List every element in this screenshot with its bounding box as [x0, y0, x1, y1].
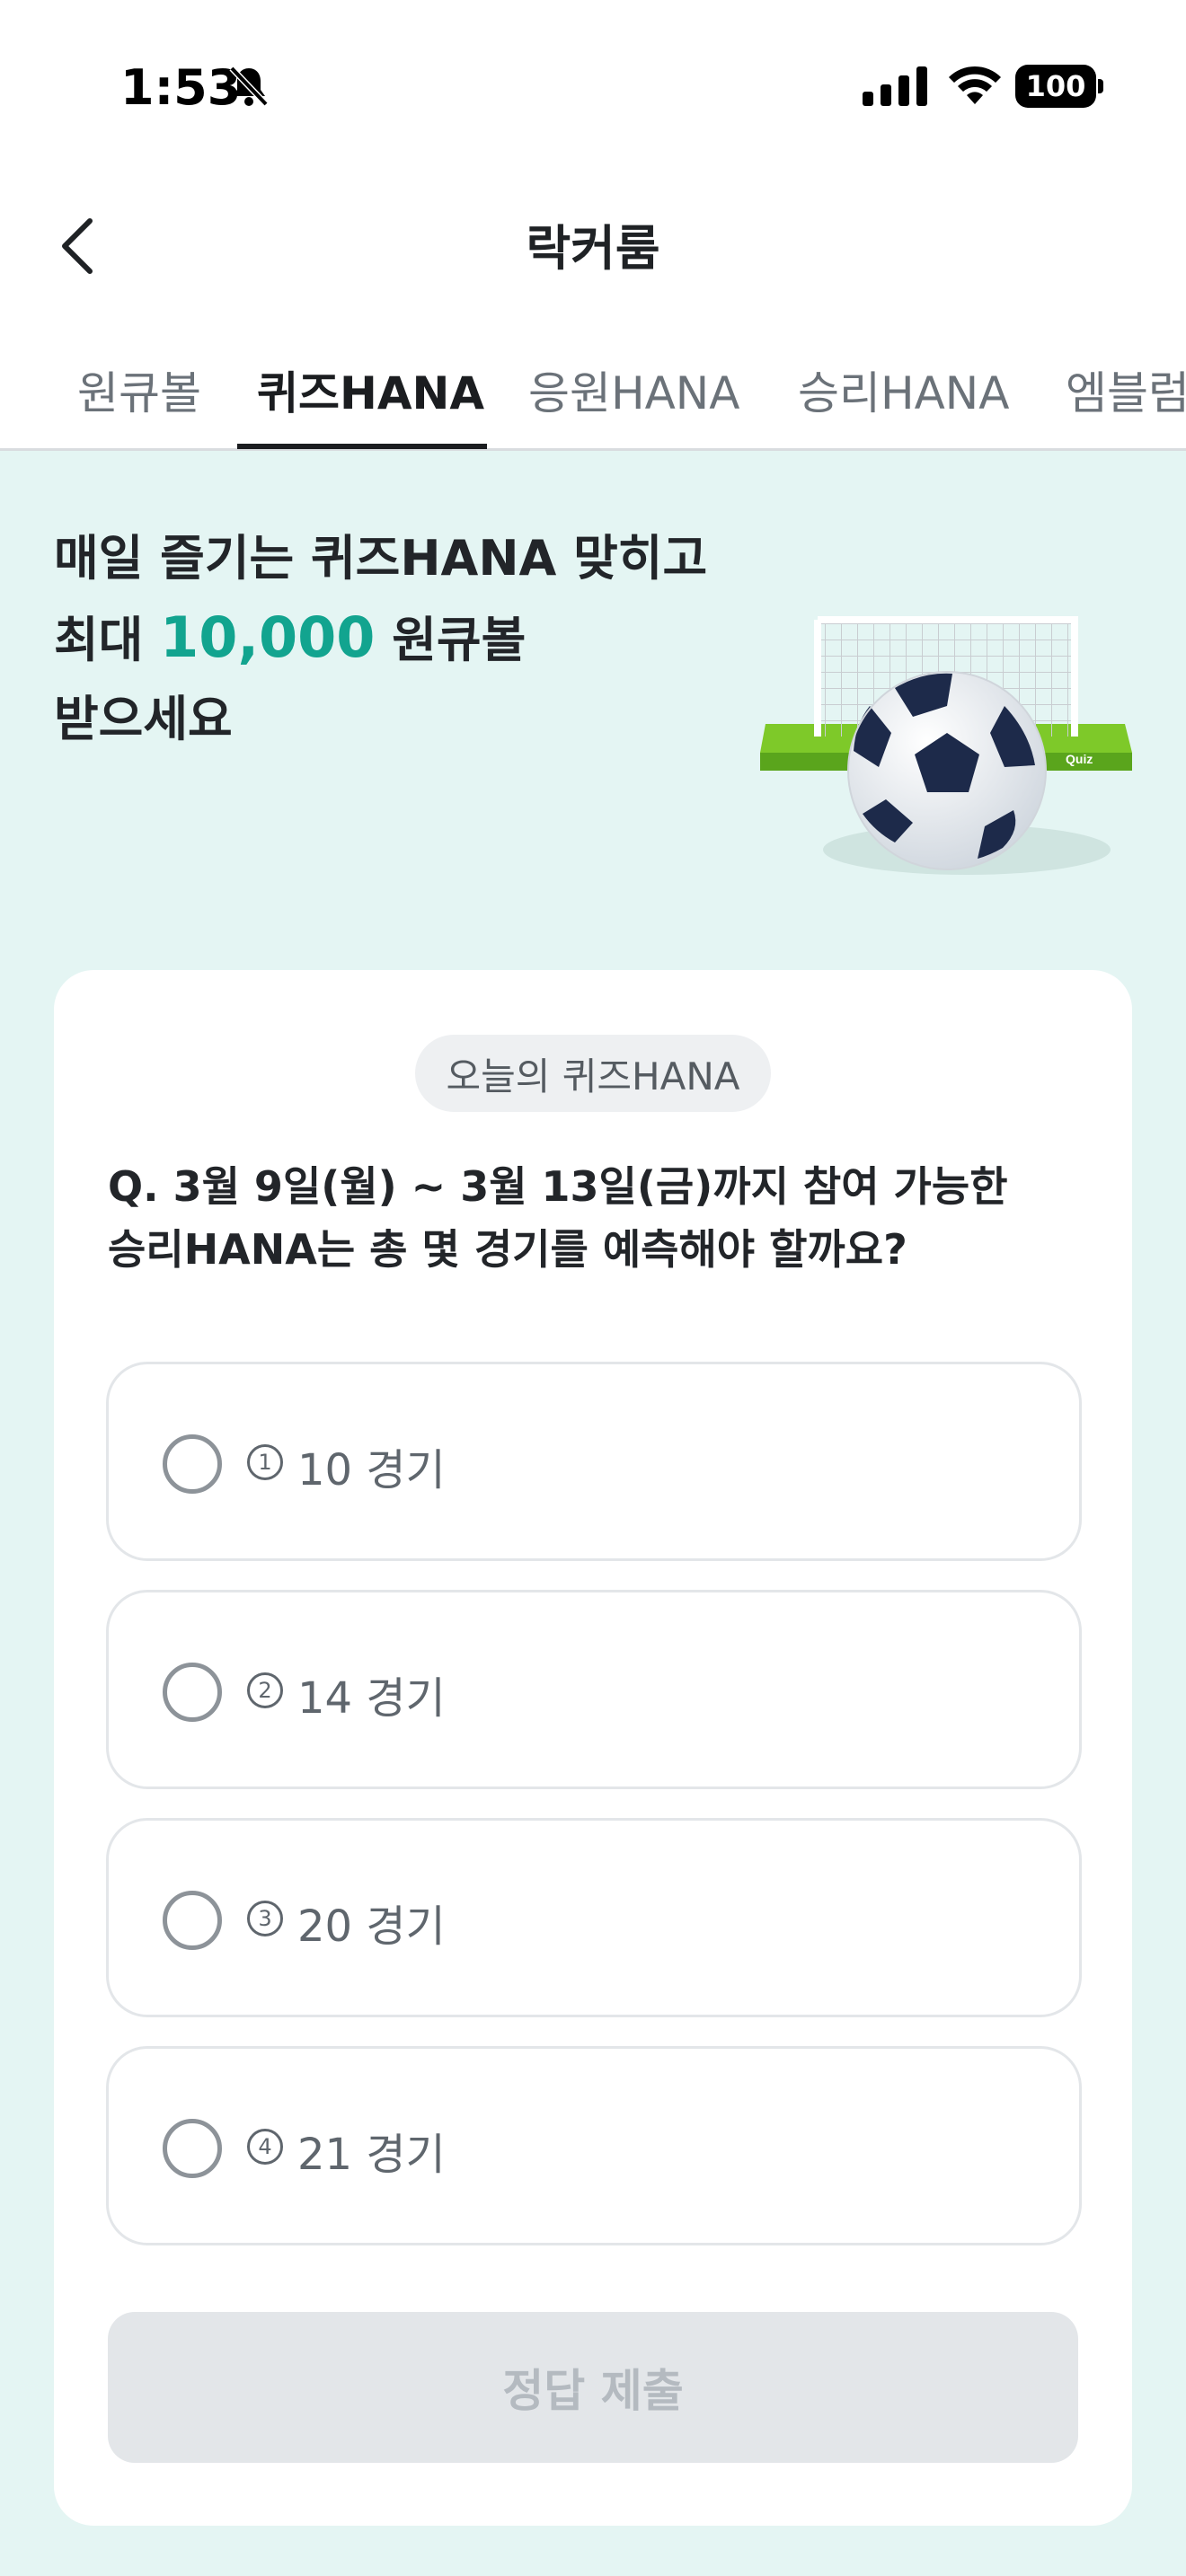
hero-line-3: 받으세요 — [54, 691, 233, 747]
option-number-badge: 1 — [247, 1444, 283, 1480]
submit-answer-button[interactable]: 정답 제출 — [108, 2312, 1078, 2463]
quiz-card: 오늘의 퀴즈HANA Q. 3월 9일(월) ~ 3월 13일(금)까지 참여 … — [54, 970, 1132, 2526]
signal-icon — [863, 66, 927, 106]
option-number-badge: 4 — [247, 2129, 283, 2165]
illustration-label: Quiz — [1066, 752, 1093, 766]
battery-tip — [1098, 79, 1103, 93]
hero-headline: 매일 즐기는 퀴즈HANA 맞히고 최대 10,000 원큐볼 받으세요 — [54, 519, 737, 759]
battery-icon: 100 — [1015, 65, 1103, 108]
quiz-badge: 오늘의 퀴즈HANA — [415, 1035, 771, 1112]
page-title: 락커룸 — [526, 220, 660, 277]
answer-option-2[interactable]: 2 14 경기 — [106, 1590, 1082, 1789]
option-label: 10 경기 — [297, 1445, 446, 1495]
option-number-badge: 2 — [247, 1672, 283, 1708]
wifi-icon — [949, 66, 1001, 104]
bell-slash-icon — [229, 66, 269, 107]
radio-button[interactable] — [163, 1891, 222, 1950]
option-label: 14 경기 — [297, 1673, 446, 1724]
status-bar: 1:53 100 — [0, 0, 1186, 171]
question-line-1: Q. 3월 9일(월) ~ 3월 13일(금)까지 참여 가능한 — [108, 1162, 1008, 1211]
answer-option-1[interactable]: 1 10 경기 — [106, 1362, 1082, 1561]
option-label: 21 경기 — [297, 2130, 446, 2180]
tab-emblem[interactable]: 엠블럼 — [1066, 357, 1186, 422]
battery-level: 100 — [1015, 65, 1096, 108]
hero-line-2: 최대 10,000 원큐볼 — [54, 598, 737, 680]
top-header: 락커룸 — [0, 171, 1186, 314]
tab-onequeue-ball[interactable]: 원큐볼 — [77, 357, 201, 422]
tab-cheer-hana[interactable]: 응원HANA — [528, 357, 739, 422]
answer-option-4[interactable]: 4 21 경기 — [106, 2046, 1082, 2245]
quiz-question: Q. 3월 9일(월) ~ 3월 13일(금)까지 참여 가능한 승리HANA는… — [108, 1155, 1087, 1281]
tab-quiz-hana[interactable]: 퀴즈HANA — [257, 357, 484, 422]
question-line-2: 승리HANA는 총 몇 경기를 예측해야 할까요? — [108, 1225, 907, 1274]
active-tab-indicator — [237, 444, 487, 449]
status-time: 1:53 — [120, 59, 242, 116]
hero-line-2-suffix: 원큐볼 — [375, 612, 527, 668]
hero-line-2-prefix: 최대 — [54, 612, 161, 668]
soccer-ball-goal-icon: Quiz — [760, 616, 1132, 875]
hero-line-1: 매일 즐기는 퀴즈HANA 맞히고 — [54, 530, 708, 587]
option-number-badge: 3 — [247, 1901, 283, 1936]
radio-button[interactable] — [163, 1663, 222, 1722]
hero-reward-amount: 10,000 — [160, 604, 376, 670]
tab-win-hana[interactable]: 승리HANA — [798, 357, 1009, 422]
radio-button[interactable] — [163, 2119, 222, 2178]
tab-bar: 원큐볼 퀴즈HANA 응원HANA 승리HANA 엠블럼 — [0, 314, 1186, 451]
answer-option-3[interactable]: 3 20 경기 — [106, 1818, 1082, 2017]
option-label: 20 경기 — [297, 1901, 446, 1952]
radio-button[interactable] — [163, 1434, 222, 1494]
